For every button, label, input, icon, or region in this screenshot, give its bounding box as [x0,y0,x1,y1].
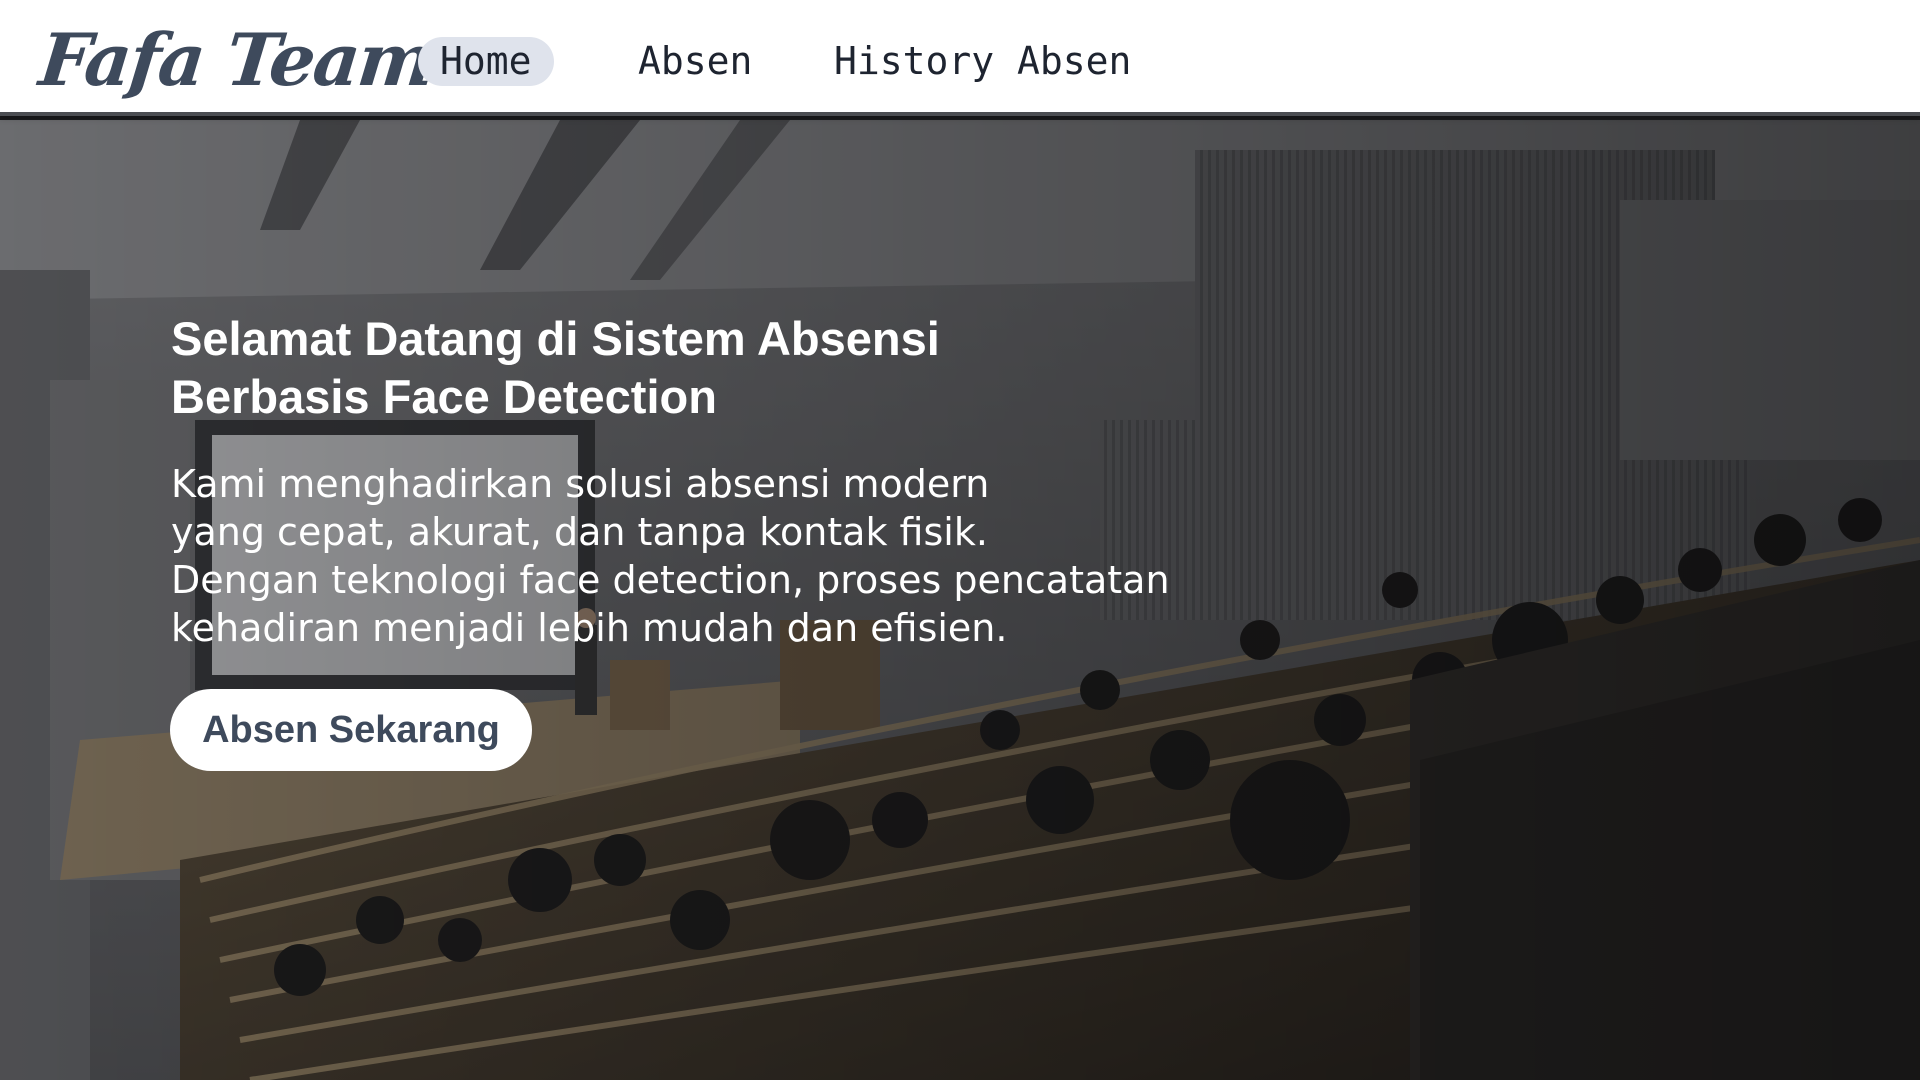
hero-section: Selamat Datang di Sistem Absensi Berbasi… [0,120,1920,1080]
absen-sekarang-button[interactable]: Absen Sekarang [170,689,532,771]
hero-description: Kami menghadirkan solusi absensi modern … [171,462,1170,650]
nav-link-history-absen[interactable]: History Absen [812,37,1153,86]
top-navbar: Fafa Team Home Absen History Absen [0,0,1920,116]
hero-headline: Selamat Datang di Sistem Absensi Berbasi… [171,312,940,423]
nav-link-home[interactable]: Home [418,37,554,86]
brand-logo[interactable]: Fafa Team [35,12,438,108]
nav-link-absen[interactable]: Absen [616,37,774,86]
